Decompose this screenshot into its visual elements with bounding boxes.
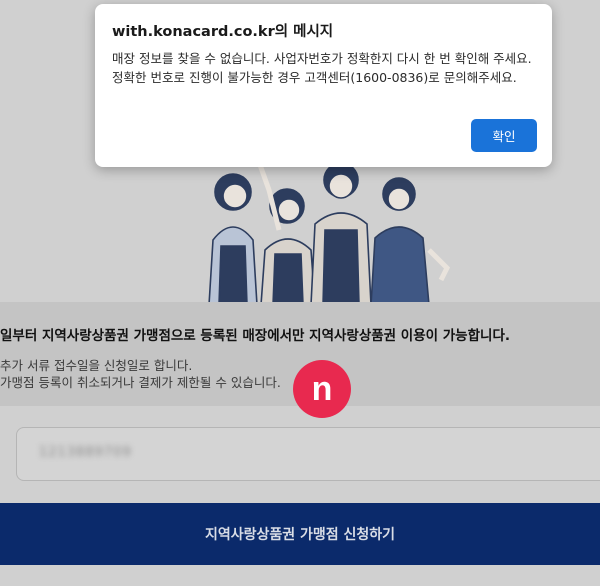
apply-merchant-button[interactable]: 지역사랑상품권 가맹점 신청하기 [0, 503, 600, 565]
n-badge-letter: n [311, 369, 333, 408]
dialog-title: with.konacard.co.kr의 메시지 [112, 24, 334, 40]
notice-line-2: 가맹점 등록이 취소되거나 결제가 제한될 수 있습니다. [0, 375, 281, 390]
business-number-input[interactable]: 1213889709 [16, 427, 600, 481]
dialog-message: 매장 정보를 찾을 수 없습니다. 사업자번호가 정확한지 다시 한 번 확인해… [112, 51, 532, 85]
alert-dialog: with.konacard.co.kr의 메시지 매장 정보를 찾을 수 없습니… [95, 4, 552, 167]
n-floating-badge[interactable]: n [293, 360, 351, 418]
business-number-value: 1213889709 [39, 445, 132, 460]
dialog-ok-button[interactable]: 확인 [471, 119, 537, 152]
notice-title: 일부터 지역사랑상품권 가맹점으로 등록된 매장에서만 지역사랑상품권 이용이 … [0, 328, 510, 344]
shop-staff-illustration [208, 161, 451, 305]
